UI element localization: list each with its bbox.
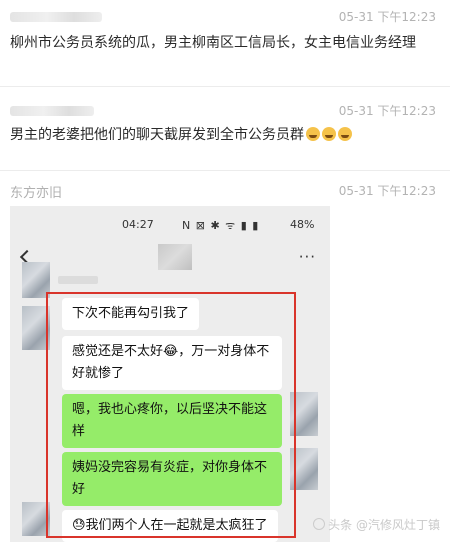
comment-time: 05-31 下午12:23 — [338, 10, 436, 24]
chat-title-blurred — [158, 244, 192, 270]
chat-screenshot: 04:27 N ⊠ ✱ ᯤ ▮ ▮ 48% ··· 下次不能再勾引我了 感觉还是… — [10, 206, 330, 542]
comment-time: 05-31 下午12:23 — [338, 104, 436, 118]
watermark-logo-icon — [313, 518, 326, 530]
ellipsis-icon[interactable]: ··· — [299, 248, 316, 266]
status-clock: 04:27 — [122, 218, 154, 231]
author-name: 东方亦旧 — [10, 186, 63, 201]
comment-3: 东方亦旧 05-31 下午12:23 — [0, 174, 450, 204]
comment-text-body: 男主的老婆把他们的聊天截屏发到全市公务员群 — [10, 127, 304, 143]
watermark: 头条 @汽修风灶丁镇 — [313, 516, 440, 533]
comment-2: 05-31 下午12:23 男主的老婆把他们的聊天截屏发到全市公务员群 — [0, 92, 450, 164]
comment-1: 05-31 下午12:23 柳州市公务员系统的瓜，男主柳南区工信局长，女主电信业… — [0, 0, 450, 84]
comment-text: 男主的老婆把他们的聊天截屏发到全市公务员群 — [10, 124, 438, 146]
sender-name-blurred — [58, 276, 98, 284]
watermark-text: 头条 @汽修风灶丁镇 — [328, 518, 440, 532]
chat-header: ··· — [10, 238, 330, 278]
divider — [0, 170, 450, 171]
author-name-blurred — [10, 106, 94, 116]
battery-level: 48% — [290, 218, 315, 231]
divider — [0, 86, 450, 87]
status-icons: N ⊠ ✱ ᯤ ▮ ▮ — [182, 219, 260, 232]
sweat-smile-icon — [306, 127, 320, 141]
highlight-frame — [46, 292, 296, 538]
status-bar: 04:27 N ⊠ ✱ ᯤ ▮ ▮ 48% — [10, 206, 330, 238]
sweat-smile-icon — [322, 127, 336, 141]
sweat-smile-icon — [338, 127, 352, 141]
comment-text: 柳州市公务员系统的瓜，男主柳南区工信局长，女主电信业务经理 — [10, 35, 416, 51]
comment-time: 05-31 下午12:23 — [338, 184, 436, 198]
author-name-blurred — [10, 12, 102, 22]
